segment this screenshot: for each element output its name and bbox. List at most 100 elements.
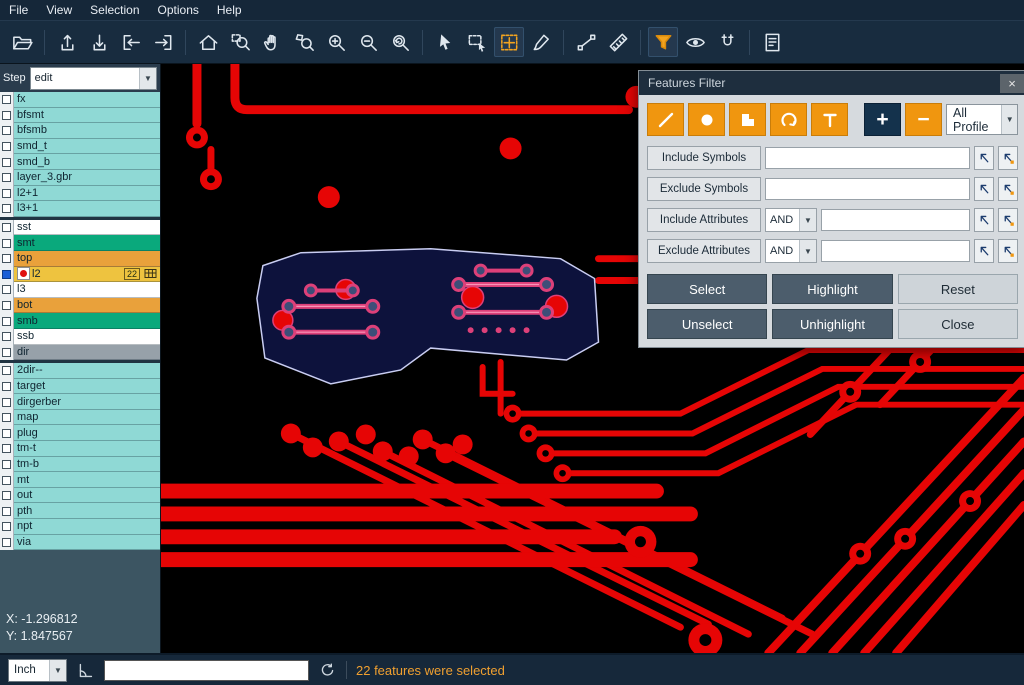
- layer-row-mt[interactable]: mt: [0, 472, 160, 488]
- layer-row-layer_3.gbr[interactable]: layer_3.gbr: [0, 170, 160, 186]
- layer-checkbox[interactable]: [0, 472, 14, 488]
- layer-label[interactable]: pth: [14, 503, 160, 519]
- layer-row-pth[interactable]: pth: [0, 503, 160, 519]
- pick-arrow-icon[interactable]: [974, 146, 994, 170]
- clear-highlight-icon[interactable]: [526, 27, 556, 57]
- layer-row-fx[interactable]: fx: [0, 92, 160, 108]
- units-dropdown[interactable]: Inch ▼: [8, 659, 67, 682]
- chevron-down-icon[interactable]: ▼: [799, 209, 816, 231]
- pan-icon[interactable]: [257, 27, 287, 57]
- layer-checkbox[interactable]: [0, 267, 14, 283]
- layer-label[interactable]: tm-b: [14, 457, 160, 473]
- layer-label[interactable]: out: [14, 488, 160, 504]
- zoom-window-icon[interactable]: [225, 27, 255, 57]
- exclude-attributes-input[interactable]: [821, 240, 970, 262]
- layer-label[interactable]: smd_t: [14, 139, 160, 155]
- chevron-down-icon[interactable]: ▼: [49, 660, 66, 681]
- measure-line-icon[interactable]: [571, 27, 601, 57]
- close-icon[interactable]: ×: [1000, 74, 1024, 93]
- layer-label[interactable]: plug: [14, 425, 160, 441]
- layer-label[interactable]: smd_b: [14, 154, 160, 170]
- step-dropdown[interactable]: edit ▼: [30, 67, 157, 90]
- add-filter-button[interactable]: +: [864, 103, 901, 136]
- layer-checkbox[interactable]: [0, 345, 14, 361]
- layer-checkbox[interactable]: [0, 329, 14, 345]
- layer-label[interactable]: via: [14, 535, 160, 551]
- layer-label[interactable]: layer_3.gbr: [14, 170, 160, 186]
- layer-label[interactable]: sst: [14, 220, 160, 236]
- layer-row-map[interactable]: map: [0, 410, 160, 426]
- menu-file[interactable]: File: [0, 3, 37, 17]
- layer-row-l3+1[interactable]: l3+1: [0, 201, 160, 217]
- layer-row-tm-b[interactable]: tm-b: [0, 457, 160, 473]
- exclude-attributes-button[interactable]: Exclude Attributes: [647, 239, 761, 263]
- layer-label[interactable]: fx: [14, 92, 160, 108]
- layer-checkbox[interactable]: [0, 154, 14, 170]
- line-tool-icon[interactable]: [647, 103, 684, 136]
- layer-row-via[interactable]: via: [0, 535, 160, 551]
- layer-checkbox[interactable]: [0, 394, 14, 410]
- unhighlight-button[interactable]: Unhighlight: [772, 309, 892, 339]
- layer-row-target[interactable]: target: [0, 379, 160, 395]
- layer-row-smd_b[interactable]: smd_b: [0, 154, 160, 170]
- layer-row-dir[interactable]: dir: [0, 345, 160, 361]
- dialog-title-bar[interactable]: Features Filter ×: [639, 71, 1024, 95]
- layer-row-tm-t[interactable]: tm-t: [0, 441, 160, 457]
- highlight-button[interactable]: Highlight: [772, 274, 892, 304]
- notes-icon[interactable]: [757, 27, 787, 57]
- layer-row-l2+1[interactable]: l2+1: [0, 186, 160, 202]
- import-left-icon[interactable]: [116, 27, 146, 57]
- exclude-symbols-button[interactable]: Exclude Symbols: [647, 177, 761, 201]
- layer-checkbox[interactable]: [0, 503, 14, 519]
- open-folder-icon[interactable]: [7, 27, 37, 57]
- layer-checkbox[interactable]: [0, 235, 14, 251]
- layer-checkbox[interactable]: [0, 379, 14, 395]
- chevron-down-icon[interactable]: ▼: [799, 240, 816, 262]
- zoom-reset-icon[interactable]: [385, 27, 415, 57]
- exclude-attributes-operator-dropdown[interactable]: AND ▼: [765, 239, 817, 263]
- layer-label[interactable]: l222: [14, 267, 160, 283]
- layer-checkbox[interactable]: [0, 457, 14, 473]
- features-filter-icon[interactable]: [648, 27, 678, 57]
- layer-label[interactable]: npt: [14, 519, 160, 535]
- layer-label[interactable]: l3: [14, 282, 160, 298]
- layer-checkbox[interactable]: [0, 535, 14, 551]
- layer-row-smd_t[interactable]: smd_t: [0, 139, 160, 155]
- surface-tool-icon[interactable]: [729, 103, 766, 136]
- measure-ruler-icon[interactable]: [603, 27, 633, 57]
- include-attributes-operator-dropdown[interactable]: AND ▼: [765, 208, 817, 232]
- profile-dropdown[interactable]: All Profile ▼: [946, 104, 1018, 135]
- layer-row-bot[interactable]: bot: [0, 298, 160, 314]
- import-down-icon[interactable]: [84, 27, 114, 57]
- command-input[interactable]: [104, 660, 309, 681]
- include-attributes-button[interactable]: Include Attributes: [647, 208, 761, 232]
- layer-checkbox[interactable]: [0, 441, 14, 457]
- rectangle-select-icon[interactable]: [462, 27, 492, 57]
- layer-checkbox[interactable]: [0, 298, 14, 314]
- zoom-in-icon[interactable]: [321, 27, 351, 57]
- zoom-polygon-icon[interactable]: [289, 27, 319, 57]
- layer-row-sst[interactable]: sst: [0, 220, 160, 236]
- reset-button[interactable]: Reset: [898, 274, 1018, 304]
- layer-checkbox[interactable]: [0, 220, 14, 236]
- layer-label[interactable]: dir: [14, 345, 160, 361]
- layer-label[interactable]: dirgerber: [14, 394, 160, 410]
- layer-row-plug[interactable]: plug: [0, 425, 160, 441]
- chevron-down-icon[interactable]: ▼: [1001, 105, 1017, 134]
- layer-label[interactable]: target: [14, 379, 160, 395]
- layer-checkbox[interactable]: [0, 363, 14, 379]
- layer-label[interactable]: top: [14, 251, 160, 267]
- pad-tool-icon[interactable]: [688, 103, 725, 136]
- layer-checkbox[interactable]: [0, 201, 14, 217]
- layer-checkbox[interactable]: [0, 108, 14, 124]
- layer-visibility-icon[interactable]: [680, 27, 710, 57]
- layer-checkbox[interactable]: [0, 251, 14, 267]
- chevron-down-icon[interactable]: ▼: [139, 68, 156, 89]
- layer-label[interactable]: 2dir--: [14, 363, 160, 379]
- refresh-icon[interactable]: [318, 661, 337, 680]
- layer-row-smb[interactable]: smb: [0, 313, 160, 329]
- pick-arrow-plus-icon[interactable]: [998, 146, 1018, 170]
- layer-checkbox[interactable]: [0, 170, 14, 186]
- home-icon[interactable]: [193, 27, 223, 57]
- unselect-button[interactable]: Unselect: [647, 309, 767, 339]
